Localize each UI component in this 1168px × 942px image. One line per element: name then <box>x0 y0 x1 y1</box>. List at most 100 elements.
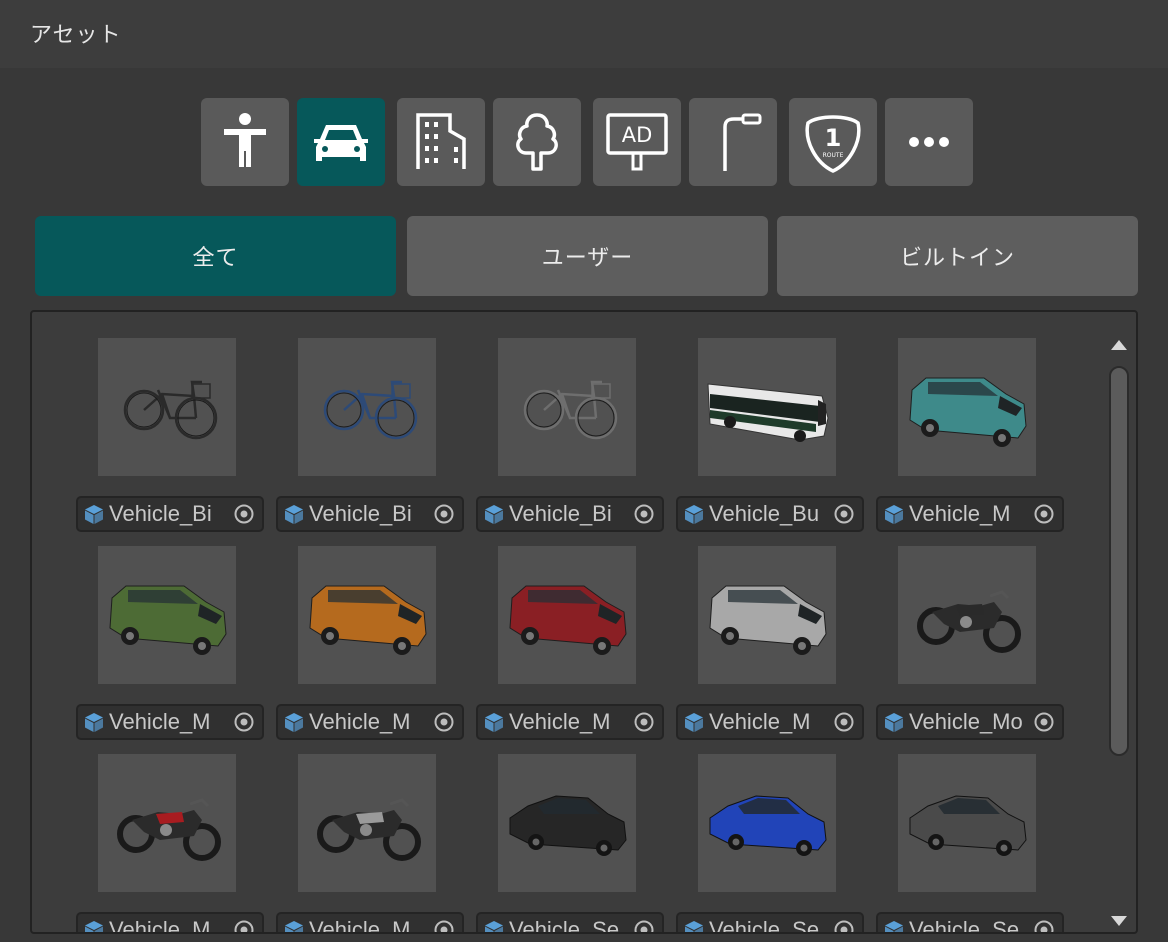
category-streetlight-button[interactable] <box>689 98 777 186</box>
asset-label-field[interactable]: Vehicle_M <box>276 912 464 934</box>
category-tree-button[interactable] <box>493 98 581 186</box>
vertical-scrollbar[interactable] <box>1106 332 1132 928</box>
asset-item[interactable]: Vehicle_Se <box>476 754 664 934</box>
billboard-icon: AD <box>606 113 668 171</box>
prefab-cube-icon <box>685 505 703 524</box>
asset-item[interactable]: Vehicle_Bi <box>276 338 464 538</box>
asset-label-field[interactable]: Vehicle_Se <box>876 912 1064 934</box>
asset-item[interactable]: Vehicle_Se <box>676 754 864 934</box>
asset-name: Vehicle_M <box>309 917 411 934</box>
asset-item[interactable]: Vehicle_M <box>476 546 664 746</box>
object-picker-icon[interactable] <box>233 503 255 525</box>
object-picker-icon[interactable] <box>1033 919 1055 934</box>
asset-item[interactable]: Vehicle_Se <box>876 754 1064 934</box>
asset-thumbnail[interactable] <box>298 338 436 476</box>
filter-user-tab[interactable]: ユーザー <box>407 216 768 296</box>
scroll-thumb[interactable] <box>1109 366 1129 756</box>
asset-label-field[interactable]: Vehicle_M <box>76 912 264 934</box>
person-icon <box>224 113 266 167</box>
category-building-button[interactable] <box>397 98 485 186</box>
object-picker-icon[interactable] <box>633 919 655 934</box>
billboard-text: AD <box>622 123 653 147</box>
van-preview <box>109 585 227 655</box>
van-preview <box>909 377 1027 447</box>
asset-thumbnail[interactable] <box>698 754 836 892</box>
asset-item[interactable]: Vehicle_M <box>676 546 864 746</box>
bicycle-preview <box>523 380 618 440</box>
object-picker-icon[interactable] <box>1033 503 1055 525</box>
asset-thumbnail[interactable] <box>298 754 436 892</box>
asset-label-field[interactable]: Vehicle_Bi <box>476 496 664 532</box>
sedan-preview <box>509 795 627 856</box>
asset-label-field[interactable]: Vehicle_M <box>276 704 464 740</box>
asset-name: Vehicle_Se <box>709 917 820 934</box>
category-vehicle-button[interactable] <box>297 98 385 186</box>
asset-thumbnail[interactable] <box>898 338 1036 476</box>
asset-thumbnail[interactable] <box>498 754 636 892</box>
asset-name: Vehicle_Bu <box>709 501 820 526</box>
asset-thumbnail[interactable] <box>498 338 636 476</box>
object-picker-icon[interactable] <box>233 711 255 733</box>
category-more-button[interactable] <box>885 98 973 186</box>
asset-label-field[interactable]: Vehicle_Se <box>676 912 864 934</box>
object-picker-icon[interactable] <box>433 711 455 733</box>
prefab-cube-icon <box>485 505 503 524</box>
category-route-sign-button[interactable]: 1 ROUTE <box>789 98 877 186</box>
asset-thumbnail[interactable] <box>698 546 836 684</box>
asset-thumbnail[interactable] <box>698 338 836 476</box>
asset-label-field[interactable]: Vehicle_M <box>876 496 1064 532</box>
bus-preview <box>707 383 829 442</box>
filter-builtin-tab[interactable]: ビルトイン <box>777 216 1138 296</box>
asset-label-field[interactable]: Vehicle_Se <box>476 912 664 934</box>
asset-item[interactable]: Vehicle_M <box>76 754 264 934</box>
sedan-preview <box>709 795 827 856</box>
asset-thumbnail[interactable] <box>298 546 436 684</box>
category-person-button[interactable] <box>201 98 289 186</box>
asset-label-field[interactable]: Vehicle_M <box>76 704 264 740</box>
asset-item[interactable]: Vehicle_Mo <box>876 546 1064 746</box>
asset-thumbnail[interactable] <box>98 338 236 476</box>
object-picker-icon[interactable] <box>433 919 455 934</box>
asset-item[interactable]: Vehicle_M <box>876 338 1064 538</box>
object-picker-icon[interactable] <box>833 919 855 934</box>
asset-label-field[interactable]: Vehicle_M <box>676 704 864 740</box>
asset-label-field[interactable]: Vehicle_M <box>476 704 664 740</box>
car-icon <box>314 125 368 161</box>
filter-all-tab[interactable]: 全て <box>35 216 396 296</box>
object-picker-icon[interactable] <box>433 503 455 525</box>
route-sign-icon: 1 ROUTE <box>805 115 861 173</box>
asset-item[interactable]: Vehicle_M <box>276 754 464 934</box>
route-text: ROUTE <box>823 152 844 159</box>
asset-item[interactable]: Vehicle_M <box>76 546 264 746</box>
asset-item[interactable]: Vehicle_Bu <box>676 338 864 538</box>
category-billboard-button[interactable]: AD <box>593 98 681 186</box>
asset-item[interactable]: Vehicle_M <box>276 546 464 746</box>
asset-label-field[interactable]: Vehicle_Bu <box>676 496 864 532</box>
category-toolbar: AD 1 ROUTE <box>0 98 1168 186</box>
asset-thumbnail[interactable] <box>898 546 1036 684</box>
object-picker-icon[interactable] <box>633 503 655 525</box>
asset-label-field[interactable]: Vehicle_Bi <box>76 496 264 532</box>
building-icon <box>416 113 466 169</box>
scroll-down-arrow-icon[interactable] <box>1111 916 1127 926</box>
asset-label-field[interactable]: Vehicle_Bi <box>276 496 464 532</box>
object-picker-icon[interactable] <box>633 711 655 733</box>
asset-thumbnail[interactable] <box>98 546 236 684</box>
object-picker-icon[interactable] <box>1033 711 1055 733</box>
asset-item[interactable]: Vehicle_Bi <box>76 338 264 538</box>
asset-item[interactable]: Vehicle_Bi <box>476 338 664 538</box>
more-icon <box>909 137 949 147</box>
motorcycle-preview <box>917 590 1021 653</box>
sedan-preview <box>909 795 1027 856</box>
scroll-up-arrow-icon[interactable] <box>1111 340 1127 350</box>
asset-thumbnail[interactable] <box>498 546 636 684</box>
object-picker-icon[interactable] <box>233 919 255 934</box>
prefab-cube-icon <box>485 921 503 932</box>
asset-label-field[interactable]: Vehicle_Mo <box>876 704 1064 740</box>
asset-thumbnail[interactable] <box>898 754 1036 892</box>
prefab-cube-icon <box>85 921 103 932</box>
object-picker-icon[interactable] <box>833 503 855 525</box>
asset-thumbnail[interactable] <box>98 754 236 892</box>
van-preview <box>709 585 827 655</box>
object-picker-icon[interactable] <box>833 711 855 733</box>
